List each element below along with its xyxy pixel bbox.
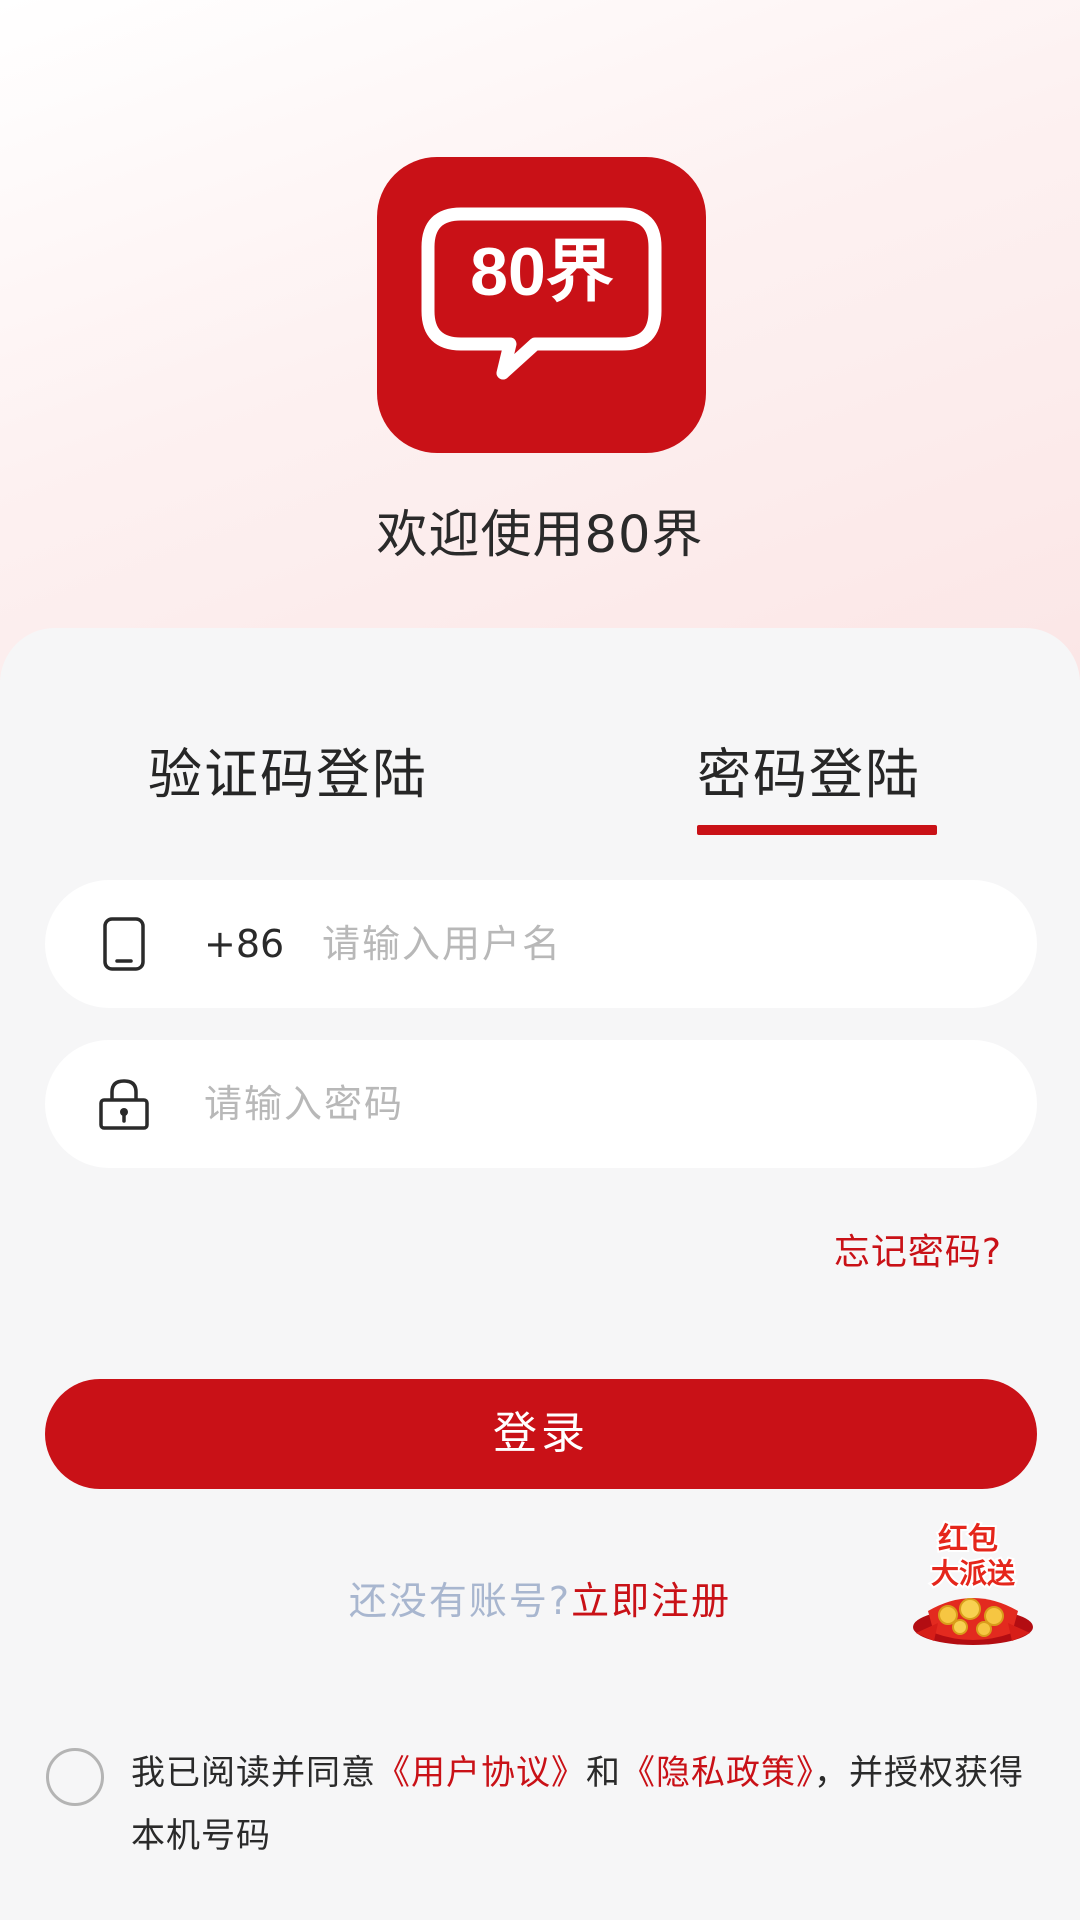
active-tab-indicator — [697, 825, 937, 835]
user-agreement-link[interactable]: 《用户协议》 — [376, 1753, 586, 1793]
phone-icon — [102, 916, 146, 976]
register-link[interactable]: 立即注册 — [571, 1579, 731, 1623]
agreement-text: 我已阅读并同意《用户协议》和《隐私政策》，并授权获得本机号码 — [131, 1742, 1041, 1868]
password-input[interactable] — [204, 1068, 984, 1140]
username-field[interactable]: +86 — [45, 880, 1037, 1008]
agreement-checkbox[interactable] — [46, 1748, 104, 1806]
red-packet-icon[interactable]: 红包 大派送 — [908, 1515, 1038, 1650]
forgot-password-link[interactable]: 忘记密码? — [834, 1223, 1002, 1275]
privacy-policy-link[interactable]: 《隐私政策》 — [621, 1753, 814, 1793]
password-field[interactable] — [45, 1040, 1037, 1168]
promo-line2: 大派送 — [931, 1558, 1015, 1589]
app-logo: 80界 — [377, 157, 706, 453]
login-button[interactable]: 登录 — [45, 1379, 1037, 1489]
lock-icon — [98, 1077, 150, 1135]
no-account-text: 还没有账号? — [348, 1579, 572, 1623]
tab-password-login[interactable]: 密码登陆 — [697, 742, 921, 808]
welcome-title: 欢迎使用80界 — [376, 506, 704, 565]
tab-sms-login[interactable]: 验证码登陆 — [148, 742, 428, 808]
promo-line1: 红包 — [938, 1522, 998, 1556]
username-input[interactable] — [322, 908, 1002, 980]
agreement-and: 和 — [586, 1753, 621, 1793]
agreement-prefix: 我已阅读并同意 — [131, 1753, 376, 1793]
logo-text: 80界 — [470, 234, 614, 310]
country-code[interactable]: +86 — [204, 920, 284, 968]
